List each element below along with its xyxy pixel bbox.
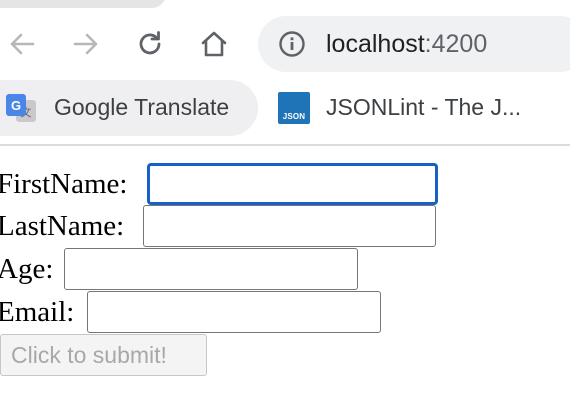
email-label: Email: <box>0 296 75 328</box>
jsonlint-icon-text: JSON <box>282 112 306 121</box>
bookmark-label: Google Translate <box>54 94 230 120</box>
arrow-left-icon <box>10 33 35 55</box>
info-icon[interactable] <box>278 30 306 58</box>
browser-tab[interactable] <box>0 0 166 8</box>
age-label: Age: <box>0 253 54 285</box>
home-icon <box>201 31 227 57</box>
arrow-right-icon <box>73 33 98 55</box>
url-host: localhost <box>326 30 425 58</box>
google-translate-icon: 文 G <box>6 94 36 122</box>
bookmark-label: JSONLint - The J... <box>326 94 522 120</box>
bookmark-google-translate[interactable]: 文 G Google Translate <box>0 80 258 136</box>
url-port: :4200 <box>424 30 488 58</box>
age-input[interactable] <box>64 248 358 290</box>
home-button[interactable] <box>194 24 234 64</box>
browser-toolbar: localhost:4200 文 G Google Translate JSON… <box>0 0 570 146</box>
lastname-input[interactable] <box>143 205 436 247</box>
svg-text:G: G <box>11 98 21 113</box>
forward-button[interactable] <box>66 24 106 64</box>
firstname-label: FirstName: <box>0 168 128 200</box>
user-form: FirstName: LastName: Age: Email: Click t… <box>0 146 570 400</box>
firstname-input[interactable] <box>147 163 438 205</box>
email-input[interactable] <box>87 291 381 333</box>
back-button[interactable] <box>2 24 42 64</box>
lastname-label: LastName: <box>0 210 125 242</box>
jsonlint-icon: JSON <box>278 92 310 124</box>
submit-button[interactable]: Click to submit! <box>0 334 207 376</box>
url-text[interactable]: localhost:4200 <box>326 28 487 60</box>
reload-button[interactable] <box>130 24 170 64</box>
address-bar[interactable]: localhost:4200 <box>258 16 570 72</box>
reload-icon <box>139 31 161 55</box>
